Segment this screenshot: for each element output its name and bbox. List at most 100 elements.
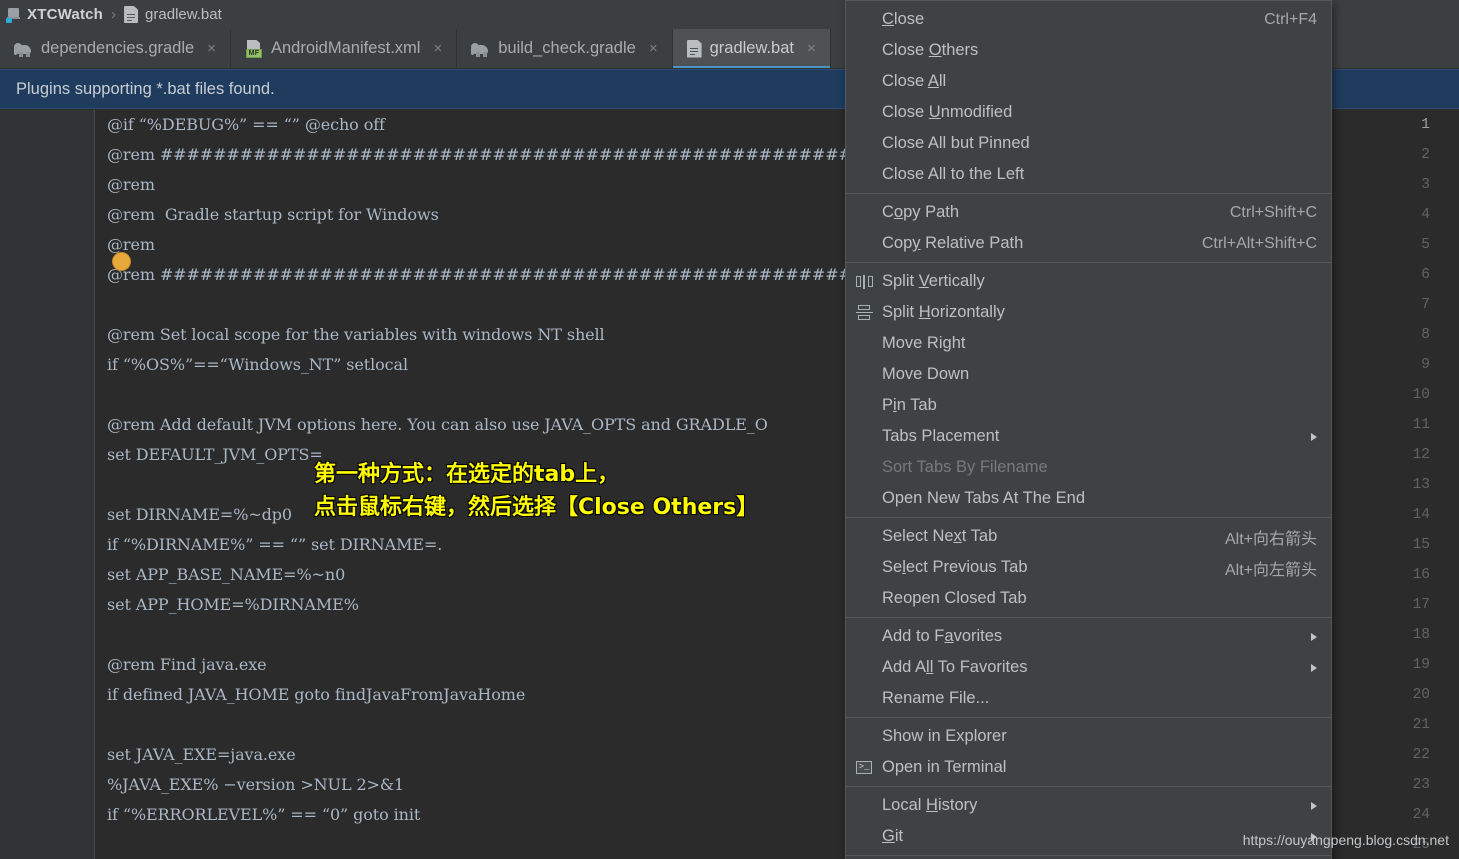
menu-item-close-unmodified[interactable]: Close Unmodified <box>846 97 1331 128</box>
chevron-right-icon <box>1311 663 1317 672</box>
code-line: @rem Find java.exe <box>107 655 267 674</box>
editor-tab-androidmanifest-xml[interactable]: MF AndroidManifest.xml × <box>230 29 458 68</box>
bat-file-icon <box>686 39 702 58</box>
code-line: set APP_HOME=%DIRNAME% <box>107 595 359 614</box>
menu-item-label: Close All but Pinned <box>882 134 1030 152</box>
tab-context-menu[interactable]: Close Ctrl+F4 Close Others Close All Close U… <box>845 0 1332 859</box>
code-line: set JAVA_EXE=java.exe <box>107 745 296 764</box>
menu-item-copy-relative-path[interactable]: Copy Relative Path Ctrl+Alt+Shift+C <box>846 228 1331 259</box>
menu-separator <box>846 855 1331 856</box>
code-line: %JAVA_EXE% −version >NUL 2>&1 <box>107 775 405 794</box>
split-vertically-icon <box>853 274 875 289</box>
module-icon <box>6 7 22 23</box>
code-line: if “%ERRORLEVEL%” == “0” goto init <box>107 805 421 824</box>
menu-item-close-all[interactable]: Close All <box>846 66 1331 97</box>
manifest-mf-badge: MF <box>245 48 262 58</box>
menu-item-open-new-tabs-at-the-end[interactable]: Open New Tabs At The End <box>846 483 1331 514</box>
menu-item-local-history[interactable]: Local History <box>846 790 1331 821</box>
menu-item-copy-path[interactable]: Copy Path Ctrl+Shift+C <box>846 197 1331 228</box>
menu-item-move-down[interactable]: Move Down <box>846 359 1331 390</box>
line-number-gutter[interactable] <box>0 110 95 859</box>
menu-item-label: Close Others <box>882 41 979 59</box>
menu-item-show-in-explorer[interactable]: Show in Explorer <box>846 721 1331 752</box>
close-icon[interactable]: × <box>206 41 217 56</box>
menu-item-label: Open in Terminal <box>882 758 1007 776</box>
menu-item-pin-tab[interactable]: Pin Tab <box>846 390 1331 421</box>
code-line: @rem <box>107 175 155 194</box>
ide-window: XTCWatch › gradlew.bat dependencies.grad… <box>0 0 1459 859</box>
menu-item-shortcut: Alt+向左箭头 <box>1224 561 1317 579</box>
code-line: set APP_BASE_NAME=%~n0 <box>107 565 346 584</box>
editor-tab-dependencies-gradle[interactable]: dependencies.gradle × <box>0 29 231 68</box>
bat-file-icon <box>124 6 139 23</box>
menu-item-label: Tabs Placement <box>882 427 1000 445</box>
menu-separator <box>846 786 1331 787</box>
menu-item-add-to-favorites[interactable]: Add to Favorites <box>846 621 1331 652</box>
menu-item-label: Close All <box>882 72 947 90</box>
menu-item-shortcut: Ctrl+Alt+Shift+C <box>1201 234 1317 252</box>
menu-item-add-all-to-favorites[interactable]: Add All To Favorites <box>846 652 1331 683</box>
menu-separator <box>846 193 1331 194</box>
editor-tab-gradlew-bat[interactable]: gradlew.bat × <box>672 29 831 68</box>
tab-label: build_check.gradle <box>498 39 636 57</box>
breadcrumb-file[interactable]: gradlew.bat <box>145 6 222 23</box>
menu-item-label: Copy Relative Path <box>882 234 1024 252</box>
breadcrumb-project[interactable]: XTCWatch <box>27 6 103 23</box>
annotation-line-1: 第一种方式：在选定的tab上， <box>314 462 620 487</box>
code-line: set DEFAULT_JVM_OPTS= <box>107 445 323 464</box>
menu-item-move-right[interactable]: Move Right <box>846 328 1331 359</box>
menu-item-reopen-closed-tab[interactable]: Reopen Closed Tab <box>846 583 1331 614</box>
annotation-line-2: 点击鼠标右键，然后选择【Close Others】 <box>314 495 759 520</box>
close-icon[interactable]: × <box>648 41 659 56</box>
menu-item-label: Copy Path <box>882 203 960 221</box>
watermark: https://ouyangpeng.blog.csdn.net <box>1242 832 1449 848</box>
tab-label: dependencies.gradle <box>41 39 195 57</box>
menu-item-close-all-to-the-left[interactable]: Close All to the Left <box>846 159 1331 190</box>
close-icon[interactable]: × <box>432 41 443 56</box>
tab-label: AndroidManifest.xml <box>270 39 421 57</box>
menu-item-split-horizontally[interactable]: Split Horizontally <box>846 297 1331 328</box>
menu-item-split-vertically[interactable]: Split Vertically <box>846 266 1331 297</box>
menu-item-label: Split Horizontally <box>882 303 1005 321</box>
menu-item-label: Open New Tabs At The End <box>882 489 1086 507</box>
menu-item-label: Reopen Closed Tab <box>882 589 1027 607</box>
menu-item-label: Select Next Tab <box>882 527 998 545</box>
terminal-icon: >_ <box>853 761 875 774</box>
menu-item-label: Local History <box>882 796 978 814</box>
menu-separator <box>846 617 1331 618</box>
code-line: @rem Set local scope for the variables w… <box>107 325 605 344</box>
menu-item-sort-tabs-by-filename: Sort Tabs By Filename <box>846 452 1331 483</box>
menu-item-label: Close <box>882 10 925 28</box>
menu-item-open-in-terminal[interactable]: >_ Open in Terminal <box>846 752 1331 783</box>
code-line: if “%OS%”==“Windows_NT” setlocal <box>107 355 408 374</box>
menu-item-label: Move Down <box>882 365 970 383</box>
menu-item-tabs-placement[interactable]: Tabs Placement <box>846 421 1331 452</box>
menu-item-shortcut: Ctrl+F4 <box>1264 10 1317 28</box>
menu-separator <box>846 517 1331 518</box>
annotation-overlay: 第一种方式：在选定的tab上， 点击鼠标右键，然后选择【Close Others… <box>314 458 758 524</box>
menu-separator <box>846 717 1331 718</box>
menu-item-close-others[interactable]: Close Others <box>846 35 1331 66</box>
menu-item-label: Show in Explorer <box>882 727 1007 745</box>
close-icon[interactable]: × <box>806 41 817 56</box>
menu-item-close[interactable]: Close Ctrl+F4 <box>846 4 1331 35</box>
menu-item-select-next-tab[interactable]: Select Next Tab Alt+向右箭头 <box>846 521 1331 552</box>
menu-item-label: Move Right <box>882 334 966 352</box>
code-line: @rem Add default JVM options here. You c… <box>107 415 768 434</box>
chevron-right-icon <box>1311 632 1317 641</box>
menu-item-label: Add to Favorites <box>882 627 1003 645</box>
menu-item-close-all-but-pinned[interactable]: Close All but Pinned <box>846 128 1331 159</box>
editor-tab-build-check-gradle[interactable]: build_check.gradle × <box>457 29 673 68</box>
code-line: @if “%DEBUG%” == “” @echo off <box>107 115 385 134</box>
menu-item-label: Close All to the Left <box>882 165 1025 183</box>
menu-item-label: Git <box>882 827 904 845</box>
menu-separator <box>846 262 1331 263</box>
gradle-elephant-icon <box>14 41 33 57</box>
notification-message: Plugins supporting *.bat files found. <box>16 79 275 98</box>
chevron-right-icon <box>1311 801 1317 810</box>
intention-bulb-icon[interactable] <box>113 253 130 270</box>
menu-item-label: Sort Tabs By Filename <box>882 458 1048 476</box>
menu-item-select-previous-tab[interactable]: Select Previous Tab Alt+向左箭头 <box>846 552 1331 583</box>
menu-item-rename-file[interactable]: Rename File... <box>846 683 1331 714</box>
menu-item-label: Select Previous Tab <box>882 558 1028 576</box>
